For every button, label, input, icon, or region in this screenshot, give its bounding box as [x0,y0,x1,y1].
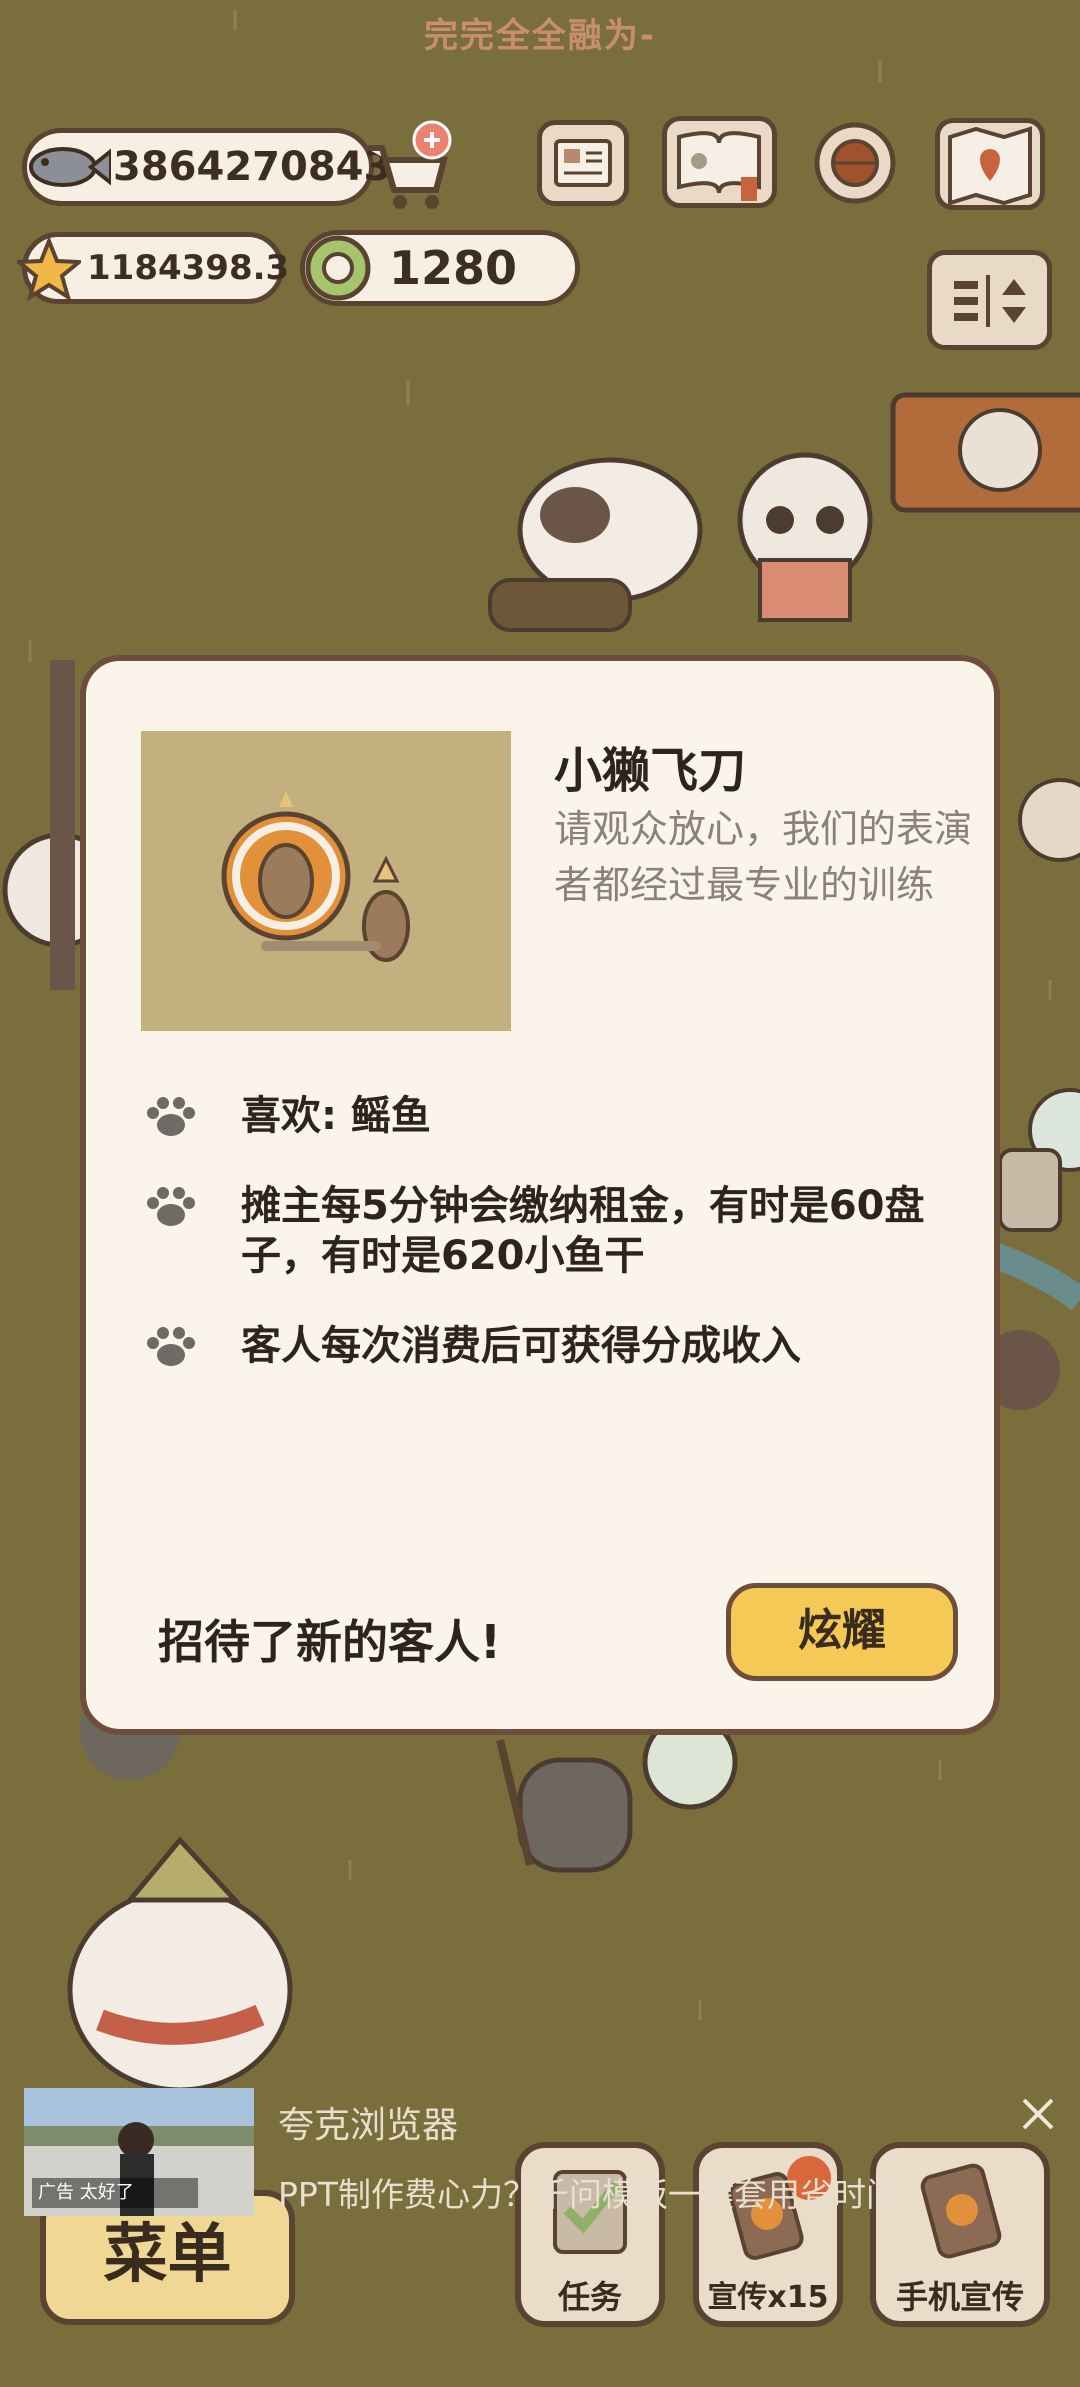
scrolling-banner-text: 完完全全融为- [423,16,657,56]
newspaper-icon [554,139,612,187]
guest-name: 小獭飞刀 [554,743,747,799]
paw-icon [147,1327,195,1366]
paw-icon [147,1097,195,1136]
trait-text: 摊主每5分钟会缴纳租金，有时是60盘子，有时是620小鱼干 [241,1183,925,1279]
settings-button[interactable] [805,115,905,211]
fish-currency: 3864270843 [22,128,391,206]
map-button[interactable] [935,118,1045,210]
book-icon [677,131,761,201]
ad-thumbnail[interactable]: 广告 太好了 [24,2088,254,2216]
star-amount: 1184398.3 [87,248,290,288]
ad-app-name: 夸克浏览器 [278,2105,459,2146]
close-icon [1022,2098,1054,2130]
phone-promo-label: 手机宣传 [895,2278,1024,2316]
trait-text: 客人每次消费后可获得分成收入 [241,1323,801,1369]
gear-icon [814,122,896,204]
ad-description: PPT制作费心力？千问模板一键套用省时间 [278,2175,899,2214]
close-ad-button[interactable] [1018,2094,1058,2134]
news-button[interactable] [537,120,629,206]
filter-toggle-button[interactable] [927,250,1052,350]
fish-amount: 3864270843 [113,144,392,190]
guest-illustration [141,731,511,1031]
new-guest-message: 招待了新的客人! [158,1615,501,1669]
coin-icon [305,235,371,301]
guest-description: 请观众放心，我们的表演者都经过最专业的训练 [554,807,973,907]
coin-amount: 1280 [389,241,518,295]
shopping-cart-icon [366,120,452,209]
tasks-label: 任务 [557,2278,622,2316]
star-icon [17,237,81,301]
paw-icon [147,1187,195,1226]
sort-icon [954,275,1026,327]
map-icon [948,126,1032,206]
otter-knife-thrower-image [221,791,410,962]
show-off-button[interactable]: 炫耀 [726,1583,958,1681]
add-fish-cart-button[interactable] [354,120,454,212]
ad-badge: 广告 太好了 [32,2178,198,2208]
fish-icon [29,147,111,187]
handbook-button[interactable] [662,116,777,208]
ad-banner[interactable]: 广告 太好了 夸克浏览器 PPT制作费心力？千问模板一键套用省时间 [0,2070,1080,2230]
coin-currency: 1280 [300,230,580,306]
promote-label: 宣传x15 [707,2280,829,2315]
guest-info-dialog: 小獭飞刀 请观众放心，我们的表演者都经过最专业的训练 喜欢: 鳐鱼 摊主每5分钟… [80,655,1000,1735]
star-currency: 1184398.3 [17,232,289,304]
trait-text: 喜欢: 鳐鱼 [241,1093,431,1139]
